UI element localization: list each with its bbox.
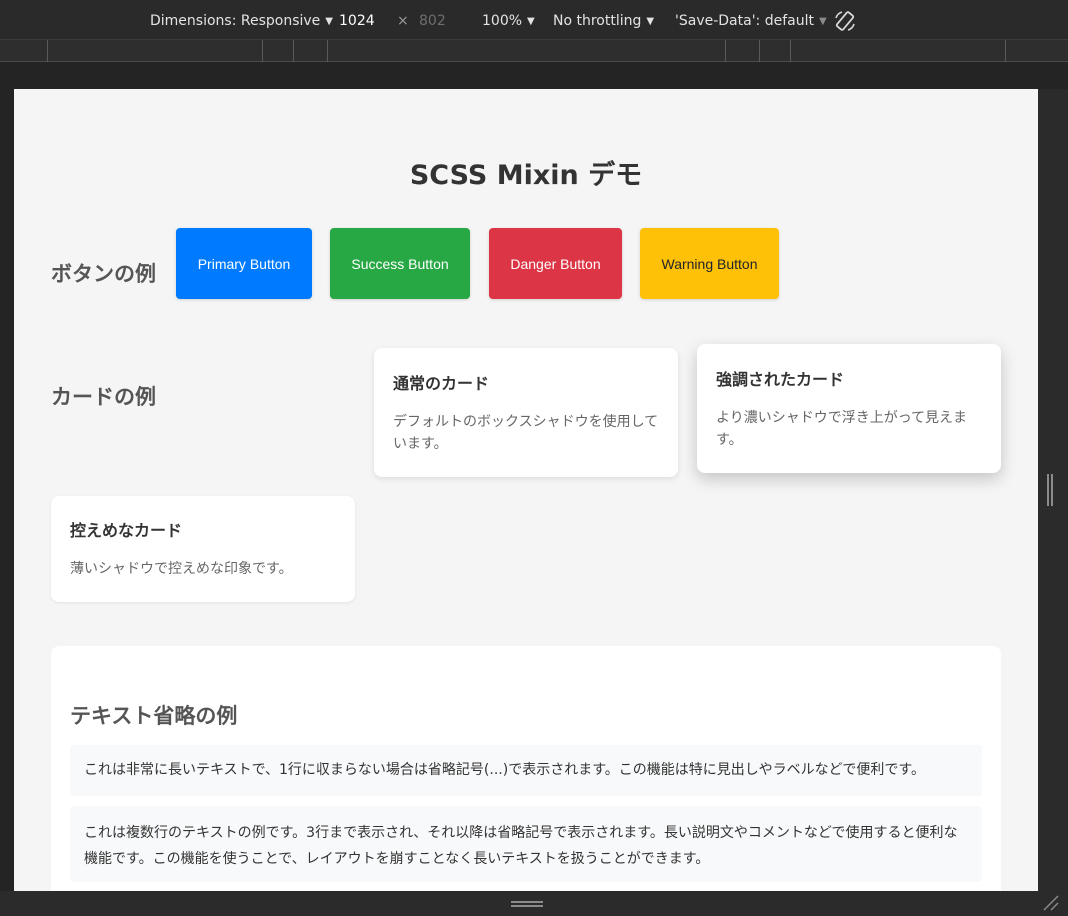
single-line-text: これは非常に長いテキストで、1行に収まらない場合は省略記号(...)で表示されま… [70, 745, 982, 796]
danger-button[interactable]: Danger Button [489, 228, 622, 299]
primary-button[interactable]: Primary Button [176, 228, 312, 299]
times-icon: × [397, 13, 409, 29]
page-title: SCSS Mixin デモ [409, 160, 643, 191]
multi-line-text: これは複数行のテキストの例です。3行まで表示され、それ以降は省略記号で表示されま… [70, 806, 982, 882]
text-truncation-section: テキスト省略の例 これは非常に長いテキストで、1行に収まらない場合は省略記号(.… [51, 646, 1001, 891]
ruler-tick [293, 40, 294, 62]
ruler-tick [47, 40, 48, 62]
corner-resize-icon[interactable] [1040, 893, 1062, 913]
ruler-tick [759, 40, 760, 62]
elevated-card: 強調されたカード より濃いシャドウで浮き上がって見えます。 [697, 344, 1001, 473]
device-toolbar: Dimensions: Responsive ▼ 1024 × 802 100% ▼… [0, 0, 1068, 40]
ruler-tick [790, 40, 791, 62]
dimensions-dropdown[interactable]: Dimensions: Responsive ▼ [150, 11, 333, 32]
text-section-title: テキスト省略の例 [70, 704, 238, 728]
caret-down-icon: ▼ [818, 16, 827, 27]
height-input[interactable]: 802 [419, 11, 446, 31]
ruler-tick [262, 40, 263, 62]
bottom-resize-handle[interactable] [0, 891, 1068, 916]
media-query-ruler[interactable] [0, 40, 1068, 62]
ruler-tick [327, 40, 328, 62]
card-text: デフォルトのボックスシャドウを使用しています。 [393, 414, 659, 452]
emulated-viewport: SCSS Mixin デモ ボタンの例 Primary Button Succe… [14, 89, 1038, 891]
caret-down-icon: ▼ [646, 16, 655, 27]
zoom-dropdown[interactable]: 100% ▼ [482, 11, 535, 32]
card-title: 強調されたカード [716, 370, 845, 389]
card-text: 薄いシャドウで控えめな印象です。 [70, 561, 293, 577]
caret-down-icon: ▼ [527, 16, 535, 27]
save-data-label: 'Save-Data': default [675, 13, 814, 29]
throttling-label: No throttling [553, 13, 642, 29]
card-title: 控えめなカード [70, 521, 183, 540]
throttling-dropdown[interactable]: No throttling ▼ [553, 11, 654, 32]
success-button[interactable]: Success Button [330, 228, 470, 299]
width-input[interactable]: 1024 [339, 11, 375, 31]
grip-icon [511, 901, 543, 907]
caret-down-icon: ▼ [325, 16, 333, 27]
rotate-icon[interactable] [833, 9, 857, 33]
right-resize-handle[interactable] [1038, 89, 1068, 891]
normal-card: 通常のカード デフォルトのボックスシャドウを使用しています。 [374, 348, 678, 477]
dimensions-label: Dimensions: Responsive [150, 13, 321, 29]
card-text: より濃いシャドウで浮き上がって見えます。 [716, 410, 968, 448]
grip-icon [1047, 474, 1053, 506]
card-title: 通常のカード [393, 374, 490, 393]
warning-button[interactable]: Warning Button [640, 228, 779, 299]
zoom-label: 100% [482, 13, 523, 29]
save-data-dropdown[interactable]: 'Save-Data': default ▼ [675, 11, 827, 32]
buttons-section-label: ボタンの例 [51, 262, 156, 286]
subtle-card: 控えめなカード 薄いシャドウで控えめな印象です。 [51, 496, 355, 602]
cards-section-label: カードの例 [51, 385, 156, 409]
ruler-tick [1005, 40, 1006, 62]
ruler-tick [725, 40, 726, 62]
